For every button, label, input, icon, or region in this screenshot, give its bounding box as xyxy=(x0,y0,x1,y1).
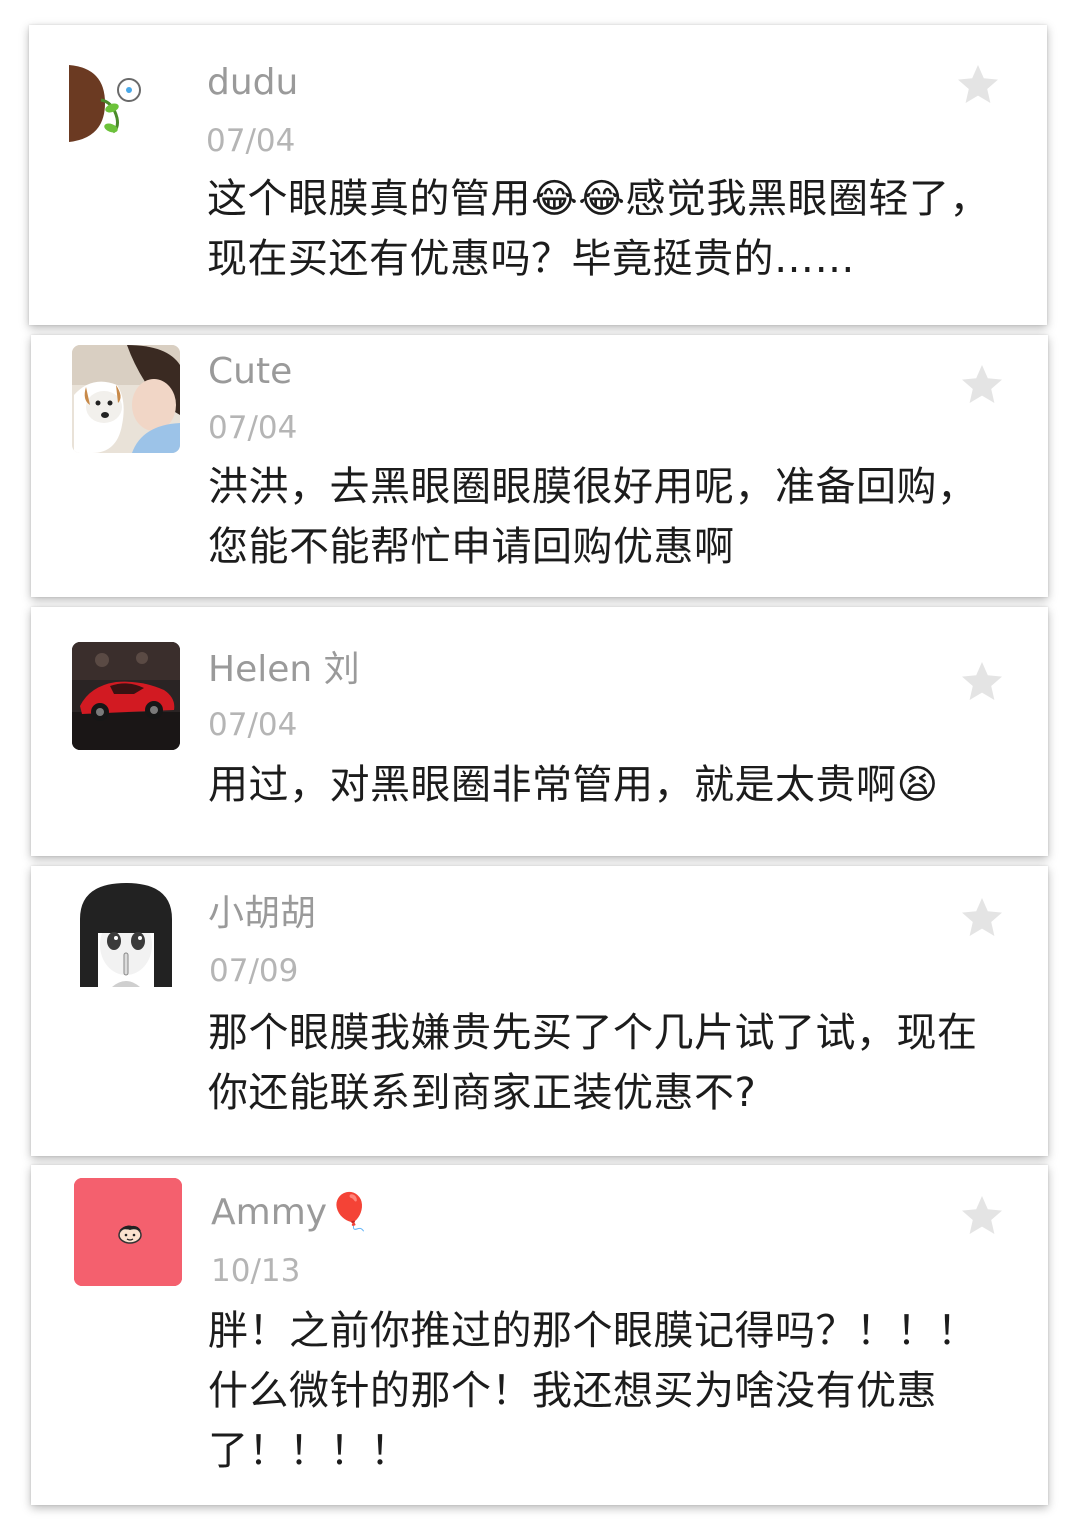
user-name: 小胡胡 xyxy=(208,893,317,934)
comment-date: 07/04 xyxy=(208,707,298,743)
comment-text: 那个眼膜我嫌贵先买了个几片试了试，现在你还能联系到商家正装优惠不? xyxy=(208,1010,978,1116)
comment-text: 这个眼膜真的管用😂😂感觉我黑眼圈轻了，现在买还有优惠吗？毕竟挺贵的…… xyxy=(207,176,990,282)
plant-sprout-icon xyxy=(69,65,141,142)
comment-date: 07/09 xyxy=(209,953,299,989)
comment-text: 洪洪，去黑眼圈眼膜很好用呢，准备回购，您能不能帮忙申请回购优惠啊 xyxy=(208,464,978,570)
comment-card: Ammy🎈 10/13 胖！之前你推过的那个眼膜记得吗？！！！什么微针的那个！我… xyxy=(31,1165,1048,1505)
star-icon[interactable] xyxy=(958,894,1006,942)
comment-date: 07/04 xyxy=(206,123,296,159)
star-icon[interactable] xyxy=(958,658,1006,706)
avatar[interactable] xyxy=(74,1178,182,1286)
user-name: dudu xyxy=(207,62,299,103)
avatar[interactable] xyxy=(72,879,180,987)
red-sports-car-photo xyxy=(72,642,180,750)
user-name: Cute xyxy=(208,351,293,392)
manga-girl-icon xyxy=(72,879,180,987)
comment-card: Cute 07/04 洪洪，去黑眼圈眼膜很好用呢，准备回购，您能不能帮忙申请回购… xyxy=(31,335,1048,597)
comment-text: 用过，对黑眼圈非常管用，就是太贵啊😫 xyxy=(208,762,939,808)
star-icon[interactable] xyxy=(958,361,1006,409)
comment-card: Helen 刘 07/04 用过，对黑眼圈非常管用，就是太贵啊😫 xyxy=(31,607,1048,856)
avatar[interactable] xyxy=(67,58,175,166)
cartoon-face-icon xyxy=(74,1178,182,1286)
star-icon[interactable] xyxy=(954,61,1002,109)
comment-card: dudu 07/04 这个眼膜真的管用😂😂感觉我黑眼圈轻了，现在买还有优惠吗？毕… xyxy=(29,25,1047,325)
star-icon[interactable] xyxy=(958,1192,1006,1240)
avatar[interactable] xyxy=(72,345,180,453)
comment-text: 胖！之前你推过的那个眼膜记得吗？！！！什么微针的那个！我还想买为啥没有优惠了！！… xyxy=(208,1308,978,1474)
girl-with-dog-photo xyxy=(72,345,180,453)
comment-date: 10/13 xyxy=(211,1253,301,1289)
avatar[interactable] xyxy=(72,642,180,750)
comment-date: 07/04 xyxy=(208,410,298,446)
comment-card: 小胡胡 07/09 那个眼膜我嫌贵先买了个几片试了试，现在你还能联系到商家正装优… xyxy=(31,866,1048,1156)
user-name: Helen 刘 xyxy=(208,649,360,690)
user-name: Ammy🎈 xyxy=(211,1192,372,1233)
